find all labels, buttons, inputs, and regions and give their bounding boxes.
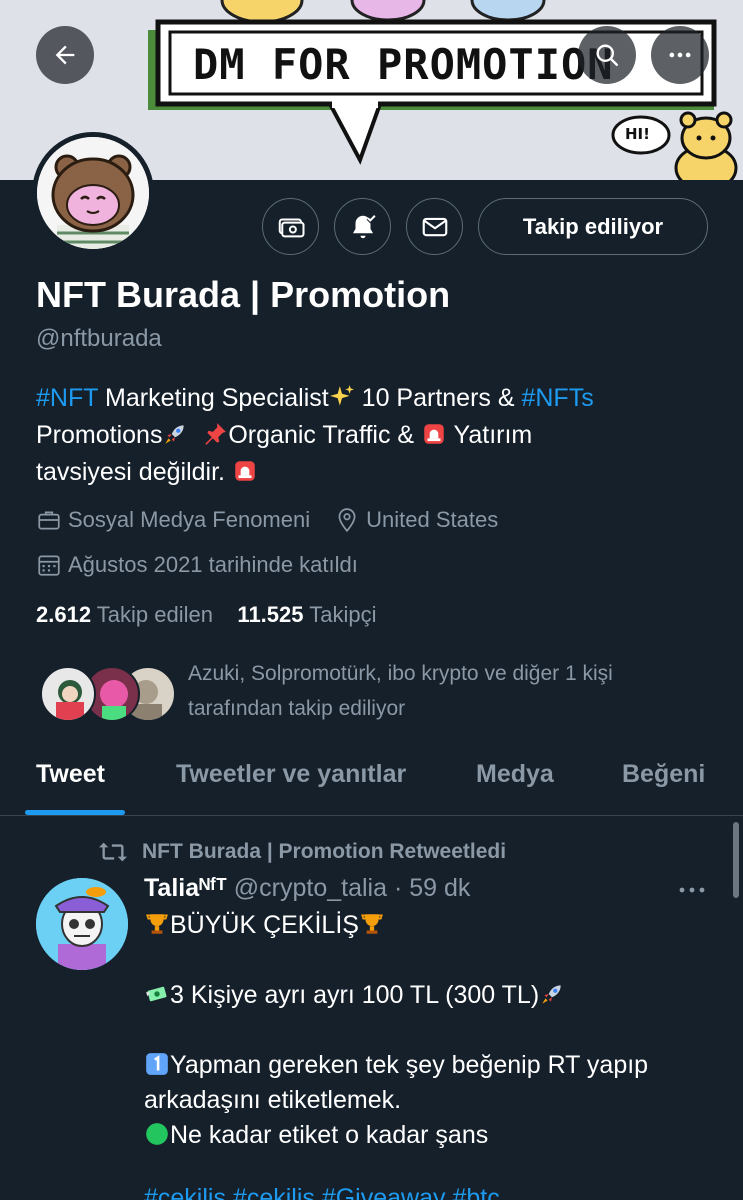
more-horizontal-icon <box>669 52 691 58</box>
tweet-line: Yapman gereken tek şey beğenip RT yapıp <box>170 1051 649 1079</box>
money-wings-icon <box>146 986 167 1002</box>
followers-label: Takipçi <box>309 602 377 627</box>
profile-tabs: Tweet Tweetler ve yanıtlar Medya Beğeni <box>0 742 743 816</box>
tweet-author-handle[interactable]: @crypto_talia <box>234 874 387 902</box>
retweet-indicator[interactable]: NFT Burada | Promotion Retweetledi <box>96 838 506 866</box>
tweet-text-line: arkadaşını etiketlemek. <box>144 1086 402 1114</box>
retweet-label: NFT Burada | Promotion Retweetledi <box>142 840 507 863</box>
tweet-more-button[interactable] <box>678 882 706 903</box>
bio-text: Promotions <box>36 421 163 449</box>
tweet-text-line: 3 Kişiye ayrı ayrı 100 TL (300 TL) <box>144 978 724 1013</box>
tweet-author-name[interactable]: Taliaᴺᶠᵀ <box>144 874 227 902</box>
briefcase-icon <box>38 511 60 530</box>
more-button[interactable] <box>651 26 709 84</box>
profile-handle: @nftburada <box>36 325 162 352</box>
sparkles-icon <box>329 385 354 406</box>
followed-by-line: Azuki, Solpromotürk, ibo krypto ve diğer… <box>188 662 613 685</box>
retweet-icon <box>99 842 127 862</box>
tab-tweet[interactable]: Tweet <box>36 760 105 789</box>
followed-by-line: tarafından takip ediliyor <box>188 697 406 720</box>
hashtag-link[interactable]: #NFTs <box>521 384 593 412</box>
back-button[interactable] <box>36 26 94 84</box>
location-pin-icon <box>338 508 356 533</box>
money-icon <box>278 218 304 237</box>
banner-text: DM FOR PROMOTION <box>193 40 614 89</box>
siren-icon <box>424 424 444 444</box>
tweet-line: BÜYÜK ÇEKİLİŞ <box>170 911 359 939</box>
profile-joined-row: Ağustos 2021 tarihinde katıldı <box>36 552 358 578</box>
rocket-icon <box>542 985 561 1004</box>
bio-text: tavsiyesi değildir. <box>36 458 232 486</box>
banner-bubble-text: HI! <box>625 125 650 143</box>
scrollbar[interactable] <box>733 822 739 898</box>
profile-joined-date: Ağustos 2021 tarihinde katıldı <box>68 552 358 577</box>
tweet-hashtags[interactable]: #cekilis #cekilis #Giveaway #btc <box>144 1184 500 1200</box>
profile-meta-row: Sosyal Medya Fenomeni United States <box>36 507 498 533</box>
green-circle-icon <box>146 1123 168 1145</box>
bio-text: Organic Traffic & <box>228 421 422 449</box>
search-button[interactable] <box>578 26 636 84</box>
profile-location: United States <box>366 507 499 532</box>
tweet-text-line: Ne kadar etiket o kadar şans <box>144 1118 724 1153</box>
bear-avatar-image <box>37 137 149 249</box>
followed-by-avatars[interactable] <box>40 666 180 724</box>
message-button[interactable] <box>406 198 463 255</box>
tweet-text-line: Yapman gereken tek şey beğenip RT yapıp <box>144 1048 724 1083</box>
tab-tweets-and-replies[interactable]: Tweetler ve yanıtlar <box>176 760 406 789</box>
envelope-icon <box>422 217 447 236</box>
arrow-left-icon <box>55 45 75 65</box>
tweet-header: Taliaᴺᶠᵀ @crypto_talia · 59 dk <box>144 874 470 903</box>
tweet-text-line: BÜYÜK ÇEKİLİŞ <box>144 908 724 943</box>
tab-likes[interactable]: Beğeni <box>622 760 705 789</box>
more-horizontal-icon <box>679 887 705 893</box>
bio-text: Marketing Specialist <box>98 384 329 412</box>
skeleton-avatar-image <box>36 878 128 970</box>
pushpin-icon <box>205 423 227 445</box>
calendar-icon <box>38 555 60 576</box>
keycap-one-icon <box>146 1053 168 1075</box>
following-label: Takip edilen <box>96 602 213 627</box>
tweet-line: Ne kadar etiket o kadar şans <box>170 1121 489 1149</box>
notifications-button[interactable] <box>334 198 391 255</box>
followers-count: 11.525 <box>237 602 304 627</box>
tweet-author-avatar[interactable] <box>36 878 128 970</box>
search-icon <box>596 44 619 67</box>
siren-icon <box>235 461 255 481</box>
following-count: 2.612 <box>36 602 92 627</box>
tip-button[interactable] <box>262 198 319 255</box>
trophy-icon <box>361 914 383 934</box>
profile-avatar[interactable] <box>32 132 154 254</box>
rocket-icon <box>165 425 185 444</box>
hashtag-link[interactable]: #NFT <box>36 384 98 412</box>
bio-text: 10 Partners & <box>354 384 522 412</box>
tab-media[interactable]: Medya <box>476 760 554 789</box>
bell-check-icon <box>352 213 376 238</box>
following-button[interactable]: Takip ediliyor <box>478 198 708 255</box>
active-tab-indicator <box>25 810 125 815</box>
profile-name: NFT Burada | Promotion <box>36 274 451 315</box>
followers-link[interactable]: 11.525 Takipçi <box>237 602 376 627</box>
trophy-icon <box>146 914 168 934</box>
bio-text: Yatırım <box>447 421 533 449</box>
tweet-time[interactable]: · 59 dk <box>387 874 470 902</box>
profile-bio: #NFT Marketing Specialist 10 Partners & … <box>36 380 716 491</box>
follow-counts: 2.612 Takip edilen 11.525 Takipçi <box>36 602 376 628</box>
follower-avatar <box>40 666 96 722</box>
profile-category: Sosyal Medya Fenomeni <box>68 507 311 532</box>
following-link[interactable]: 2.612 Takip edilen <box>36 602 213 627</box>
followed-by-text[interactable]: Azuki, Solpromotürk, ibo krypto ve diğer… <box>188 656 708 726</box>
tweet-line: 3 Kişiye ayrı ayrı 100 TL (300 TL) <box>170 981 540 1009</box>
